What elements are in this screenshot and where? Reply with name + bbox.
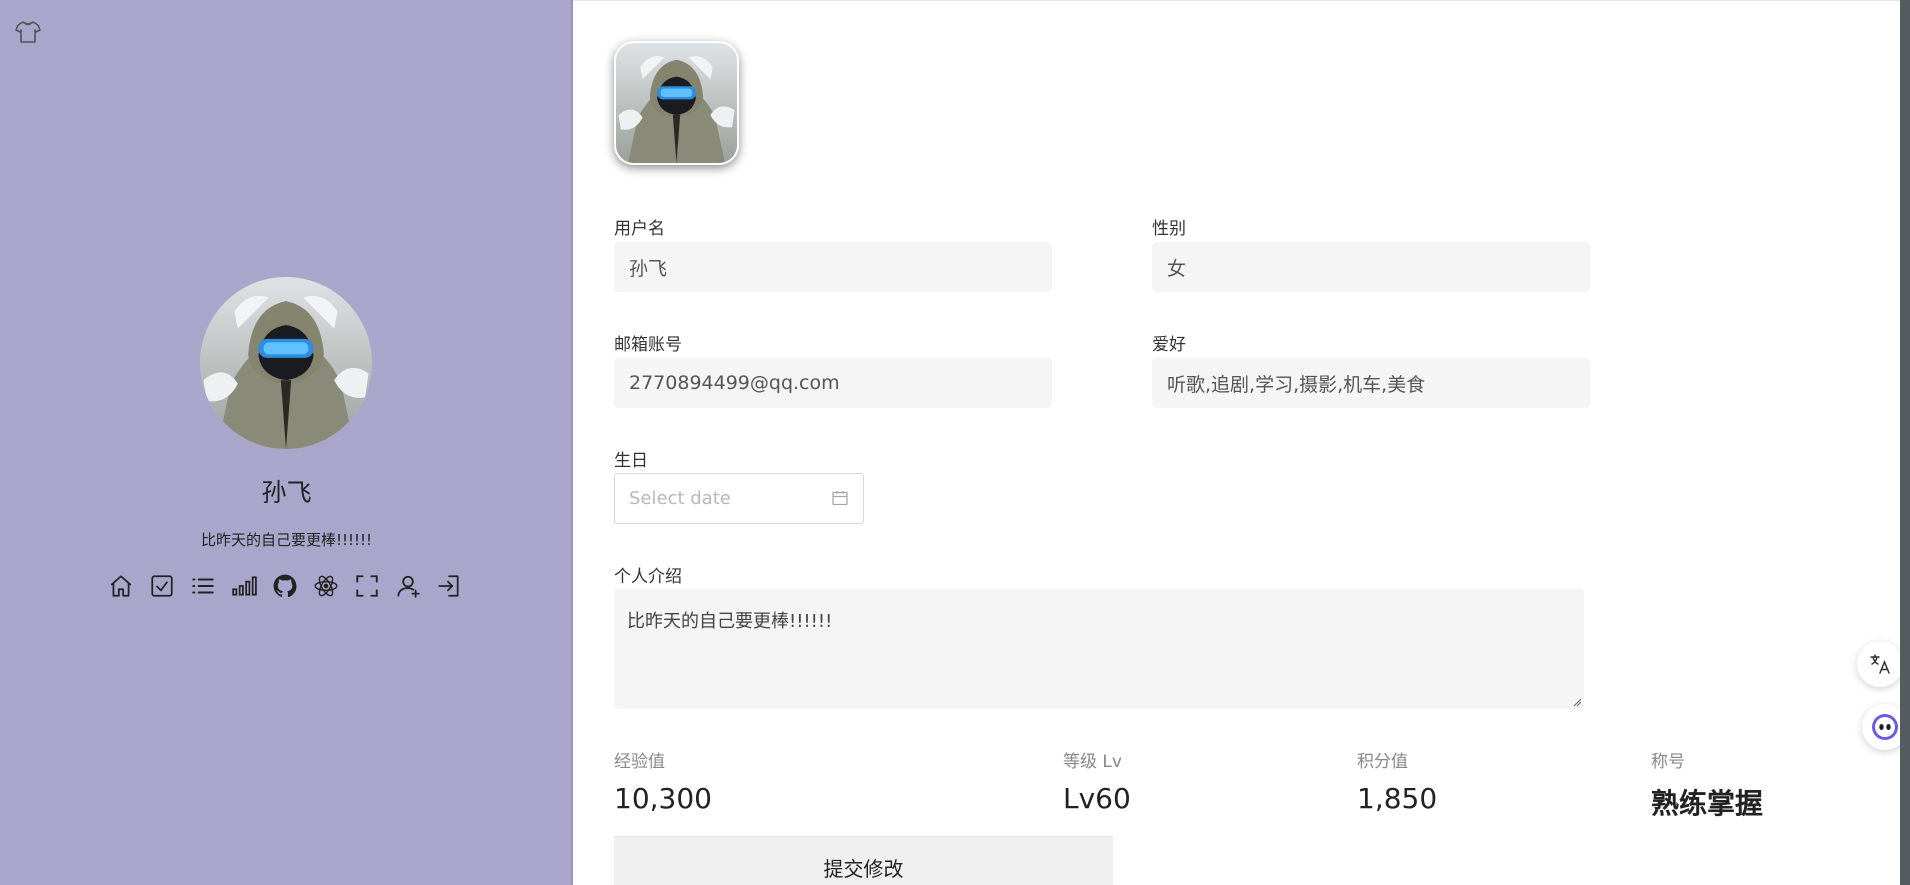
assistant-bot-icon	[1872, 714, 1898, 740]
add-user-icon[interactable]	[395, 570, 421, 602]
resize-grip-icon[interactable]	[1572, 697, 1582, 707]
stat-points-label: 积分值	[1357, 752, 1408, 772]
username-label: 用户名	[614, 219, 665, 239]
birthday-date-picker[interactable]: Select date	[614, 473, 864, 524]
sidebar-icon-row	[108, 570, 462, 602]
birthday-label: 生日	[614, 451, 648, 471]
hobby-label: 爱好	[1152, 335, 1186, 355]
stat-exp-value: 10,300	[614, 782, 712, 815]
page-scrollbar[interactable]	[1900, 0, 1910, 885]
translate-icon	[1870, 654, 1890, 674]
sidebar-motto: 比昨天的自己要更棒!!!!!!	[200, 531, 373, 549]
list-icon[interactable]	[190, 570, 216, 602]
email-label: 邮箱账号	[614, 335, 682, 355]
signal-bars-icon[interactable]	[231, 570, 257, 602]
fullscreen-icon[interactable]	[354, 570, 380, 602]
gender-field[interactable]: 女	[1152, 242, 1590, 292]
avatar-upload[interactable]	[614, 41, 739, 165]
react-icon[interactable]	[313, 570, 339, 602]
username-field[interactable]: 孙飞	[614, 242, 1052, 292]
hobby-field[interactable]: 听歌,追剧,学习,摄影,机车,美食	[1152, 358, 1590, 408]
submit-button[interactable]: 提交修改	[614, 836, 1113, 885]
stat-exp-label: 经验值	[614, 752, 665, 772]
github-icon[interactable]	[272, 570, 298, 602]
logout-icon[interactable]	[436, 570, 462, 602]
stat-level-label: 等级 Lv	[1063, 752, 1122, 772]
profile-sidebar: 孙飞 比昨天的自己要更棒!!!!!!	[0, 0, 573, 885]
stat-title-label: 称号	[1651, 752, 1685, 772]
sidebar-avatar	[200, 277, 372, 449]
calendar-icon	[832, 491, 848, 506]
translate-button[interactable]	[1857, 641, 1903, 687]
intro-label: 个人介绍	[614, 567, 682, 587]
profile-main: 用户名 孙飞 性别 女 邮箱账号 2770894499@qq.com 爱好 听歌…	[573, 0, 1910, 885]
stat-level-value: Lv60	[1063, 782, 1131, 815]
intro-text: 比昨天的自己要更棒!!!!!!	[627, 611, 833, 632]
stat-points-value: 1,850	[1357, 782, 1438, 815]
sidebar-user-name: 孙飞	[261, 478, 312, 507]
theme-shirt-icon[interactable]	[14, 18, 42, 46]
birthday-placeholder: Select date	[629, 488, 731, 509]
home-icon[interactable]	[108, 570, 134, 602]
checkbox-icon[interactable]	[149, 570, 175, 602]
email-field[interactable]: 2770894499@qq.com	[614, 358, 1052, 408]
stat-title-value: 熟练掌握	[1651, 787, 1764, 820]
gender-label: 性别	[1152, 219, 1186, 239]
intro-textarea[interactable]: 比昨天的自己要更棒!!!!!!	[614, 589, 1584, 709]
